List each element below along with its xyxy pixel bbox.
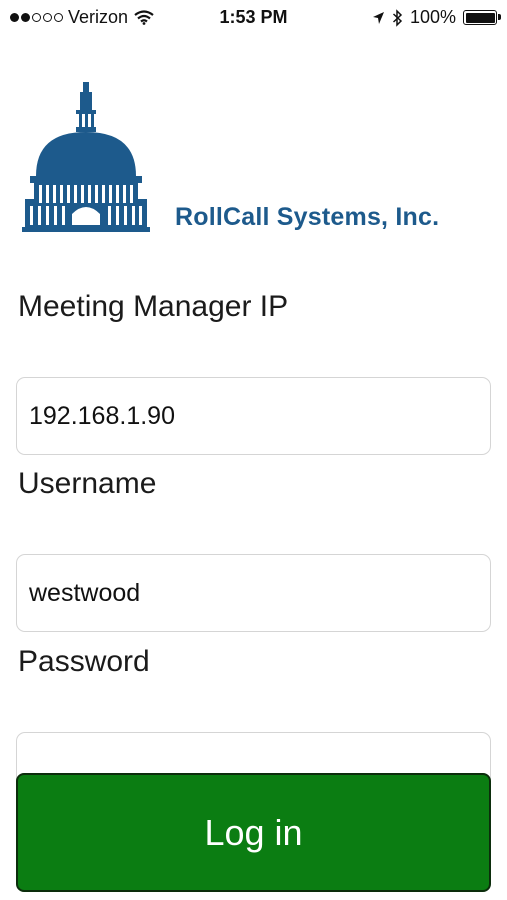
bluetooth-icon bbox=[392, 8, 403, 27]
login-button[interactable]: Log in bbox=[16, 773, 491, 892]
password-label: Password bbox=[18, 645, 150, 678]
ip-input[interactable]: 192.168.1.90 bbox=[16, 377, 491, 455]
battery-icon bbox=[463, 10, 501, 25]
login-button-label: Log in bbox=[204, 811, 303, 853]
battery-percentage: 100% bbox=[409, 7, 456, 27]
username-input[interactable]: westwood bbox=[16, 554, 491, 632]
status-right: 100% bbox=[372, 7, 501, 28]
capitol-dome-icon bbox=[22, 82, 150, 232]
ip-input-value: 192.168.1.90 bbox=[29, 401, 175, 430]
location-arrow-icon bbox=[372, 11, 384, 24]
username-label: Username bbox=[18, 467, 157, 500]
ip-label: Meeting Manager IP bbox=[18, 290, 289, 323]
username-input-value: westwood bbox=[29, 578, 141, 607]
status-bar: Verizon 1:53 PM 100% bbox=[0, 0, 507, 36]
company-name: RollCall Systems, Inc. bbox=[175, 203, 440, 231]
